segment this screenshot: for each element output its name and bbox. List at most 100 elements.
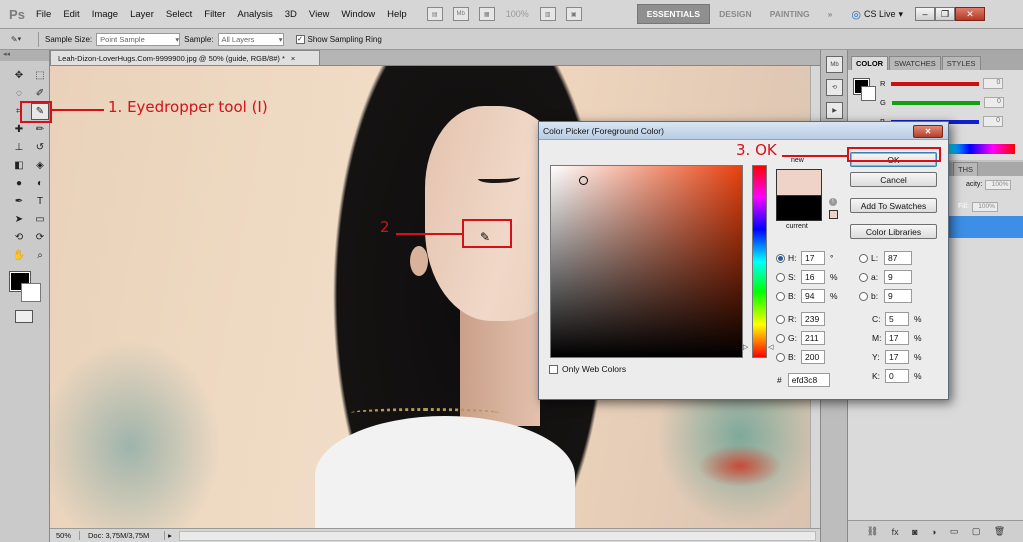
green-slider[interactable] xyxy=(891,100,980,105)
type-tool-icon[interactable]: T xyxy=(31,193,49,210)
web-safe-swatch[interactable] xyxy=(829,210,838,219)
menu-view[interactable]: View xyxy=(303,9,335,20)
menu-edit[interactable]: Edit xyxy=(57,9,85,20)
3d-rotate-tool-icon[interactable]: ⟲ xyxy=(10,229,28,246)
quick-selection-tool-icon[interactable]: ✐ xyxy=(31,85,49,102)
minibridge-panel-icon[interactable]: Mb xyxy=(826,56,843,73)
only-web-colors-checkbox[interactable] xyxy=(549,364,558,374)
menu-analysis[interactable]: Analysis xyxy=(231,9,278,20)
workspace-painting[interactable]: PAINTING xyxy=(761,4,819,24)
tool-preset-picker[interactable]: ✎ ▾ xyxy=(0,35,32,44)
lightness-input[interactable]: 87 xyxy=(884,251,912,265)
tab-color[interactable]: COLOR xyxy=(851,56,889,70)
saturation-brightness-field[interactable] xyxy=(550,165,743,358)
b-channel-radio[interactable] xyxy=(859,291,868,301)
hex-input[interactable]: efd3c8 xyxy=(787,373,830,387)
saturation-input[interactable]: 16 xyxy=(801,270,825,284)
blue-input[interactable]: 200 xyxy=(801,350,825,364)
brush-tool-icon[interactable]: ✏ xyxy=(31,121,49,138)
a-channel-input[interactable]: 9 xyxy=(884,270,912,284)
shape-tool-icon[interactable]: ▭ xyxy=(31,211,49,228)
close-icon[interactable]: × xyxy=(291,54,295,63)
only-web-colors[interactable]: Only Web Colors xyxy=(549,364,626,374)
add-mask-icon[interactable]: ◙ xyxy=(912,527,917,537)
adjustment-layer-icon[interactable]: ◑ xyxy=(931,527,936,537)
status-zoom[interactable]: 50% xyxy=(50,531,80,540)
lasso-tool-icon[interactable]: ◌ xyxy=(10,85,28,102)
arrange-documents-icon[interactable]: ▥ xyxy=(539,7,556,21)
saturation-radio[interactable] xyxy=(776,272,785,282)
menu-image[interactable]: Image xyxy=(86,9,124,20)
cs-live-button[interactable]: ◎ CS Live ▾ xyxy=(851,8,903,21)
zoom-tool-icon[interactable]: ⌕ xyxy=(31,247,49,264)
menu-layer[interactable]: Layer xyxy=(124,9,160,20)
menu-filter[interactable]: Filter xyxy=(198,9,231,20)
screen-mode-icon[interactable]: ▣ xyxy=(565,7,582,21)
brightness-input[interactable]: 94 xyxy=(801,289,825,303)
green-radio[interactable] xyxy=(776,333,785,343)
quick-mask-icon[interactable] xyxy=(15,310,33,323)
lightness-radio[interactable] xyxy=(859,253,868,263)
sample-size-select[interactable]: Point Sample ▾ xyxy=(96,32,181,46)
brightness-radio[interactable] xyxy=(776,291,785,301)
launch-bridge-icon[interactable]: ▤ xyxy=(426,7,443,21)
green-value[interactable]: 0 xyxy=(983,97,1004,108)
move-tool-icon[interactable]: ✥ xyxy=(10,67,28,84)
green-input[interactable]: 211 xyxy=(801,331,825,345)
menu-help[interactable]: Help xyxy=(381,9,413,20)
new-group-icon[interactable]: ▭ xyxy=(950,526,959,537)
document-tab[interactable]: Leah-Dizon-LoverHugs.Com-9999900.jpg @ 5… xyxy=(50,50,320,66)
path-selection-tool-icon[interactable]: ➤ xyxy=(10,211,28,228)
link-layers-icon[interactable]: ⛓ xyxy=(867,526,878,537)
delete-layer-icon[interactable]: 🗑 xyxy=(994,526,1005,537)
tab-swatches[interactable]: SWATCHES xyxy=(889,56,941,70)
menu-file[interactable]: File xyxy=(30,9,57,20)
eraser-tool-icon[interactable]: ◧ xyxy=(10,157,28,174)
healing-brush-tool-icon[interactable]: ✚ xyxy=(10,121,28,138)
pen-tool-icon[interactable]: ✒ xyxy=(10,193,28,210)
cyan-input[interactable]: 5 xyxy=(885,312,909,326)
show-sampling-ring-checkbox[interactable]: ✓ xyxy=(295,34,305,44)
tab-paths[interactable]: THS xyxy=(953,162,978,176)
b-channel-input[interactable]: 9 xyxy=(884,289,912,303)
close-button[interactable]: ✕ xyxy=(955,7,986,21)
dodge-tool-icon[interactable]: ◐ xyxy=(31,175,49,192)
launch-minibridge-icon[interactable]: Mb xyxy=(452,7,469,21)
horizontal-scrollbar[interactable] xyxy=(179,530,816,541)
hue-slider-arrow-right[interactable]: ◁ xyxy=(768,343,773,351)
red-radio[interactable] xyxy=(776,314,785,324)
current-color-swatch[interactable] xyxy=(776,195,822,221)
actions-panel-icon[interactable]: ▶ xyxy=(826,102,843,119)
hue-slider-arrow-left[interactable]: ▷ xyxy=(743,343,748,351)
sample-select[interactable]: All Layers ▾ xyxy=(217,32,284,46)
yellow-input[interactable]: 17 xyxy=(885,350,909,364)
layer-style-icon[interactable]: fx xyxy=(892,527,899,537)
red-input[interactable]: 239 xyxy=(801,312,825,326)
panel-background-swatch[interactable] xyxy=(861,86,876,101)
tools-panel-header[interactable]: ◂◂ xyxy=(0,50,49,61)
clone-stamp-tool-icon[interactable]: ⊥ xyxy=(10,139,28,156)
magenta-input[interactable]: 17 xyxy=(885,331,909,345)
blue-radio[interactable] xyxy=(776,352,785,362)
red-value[interactable]: 0 xyxy=(983,78,1004,89)
view-extras-icon[interactable]: ▦ xyxy=(478,7,495,21)
workspace-design[interactable]: DESIGN xyxy=(710,4,761,24)
new-layer-icon[interactable]: ▢ xyxy=(972,526,981,537)
add-to-swatches-button[interactable]: Add To Swatches xyxy=(850,198,937,213)
minimize-button[interactable]: – xyxy=(915,7,936,21)
blue-value[interactable]: 0 xyxy=(983,116,1004,127)
restore-button[interactable]: ❐ xyxy=(935,7,956,21)
a-channel-radio[interactable] xyxy=(859,272,868,282)
gamut-warning-icon[interactable]: ! xyxy=(829,198,837,206)
3d-orbit-tool-icon[interactable]: ⟳ xyxy=(31,229,49,246)
blur-tool-icon[interactable]: ● xyxy=(10,175,28,192)
red-slider[interactable] xyxy=(891,81,980,86)
hand-tool-icon[interactable]: ✋ xyxy=(10,247,28,264)
dialog-title-bar[interactable]: Color Picker (Foreground Color) ✕ xyxy=(539,122,948,140)
history-panel-icon[interactable]: ⟲ xyxy=(826,79,843,96)
color-marker[interactable] xyxy=(579,176,588,185)
workspace-more-button[interactable]: » xyxy=(819,4,842,24)
tab-styles[interactable]: STYLES xyxy=(941,56,981,70)
dialog-close-button[interactable]: ✕ xyxy=(913,125,943,138)
zoom-level-dropdown[interactable]: 100% xyxy=(506,9,529,19)
